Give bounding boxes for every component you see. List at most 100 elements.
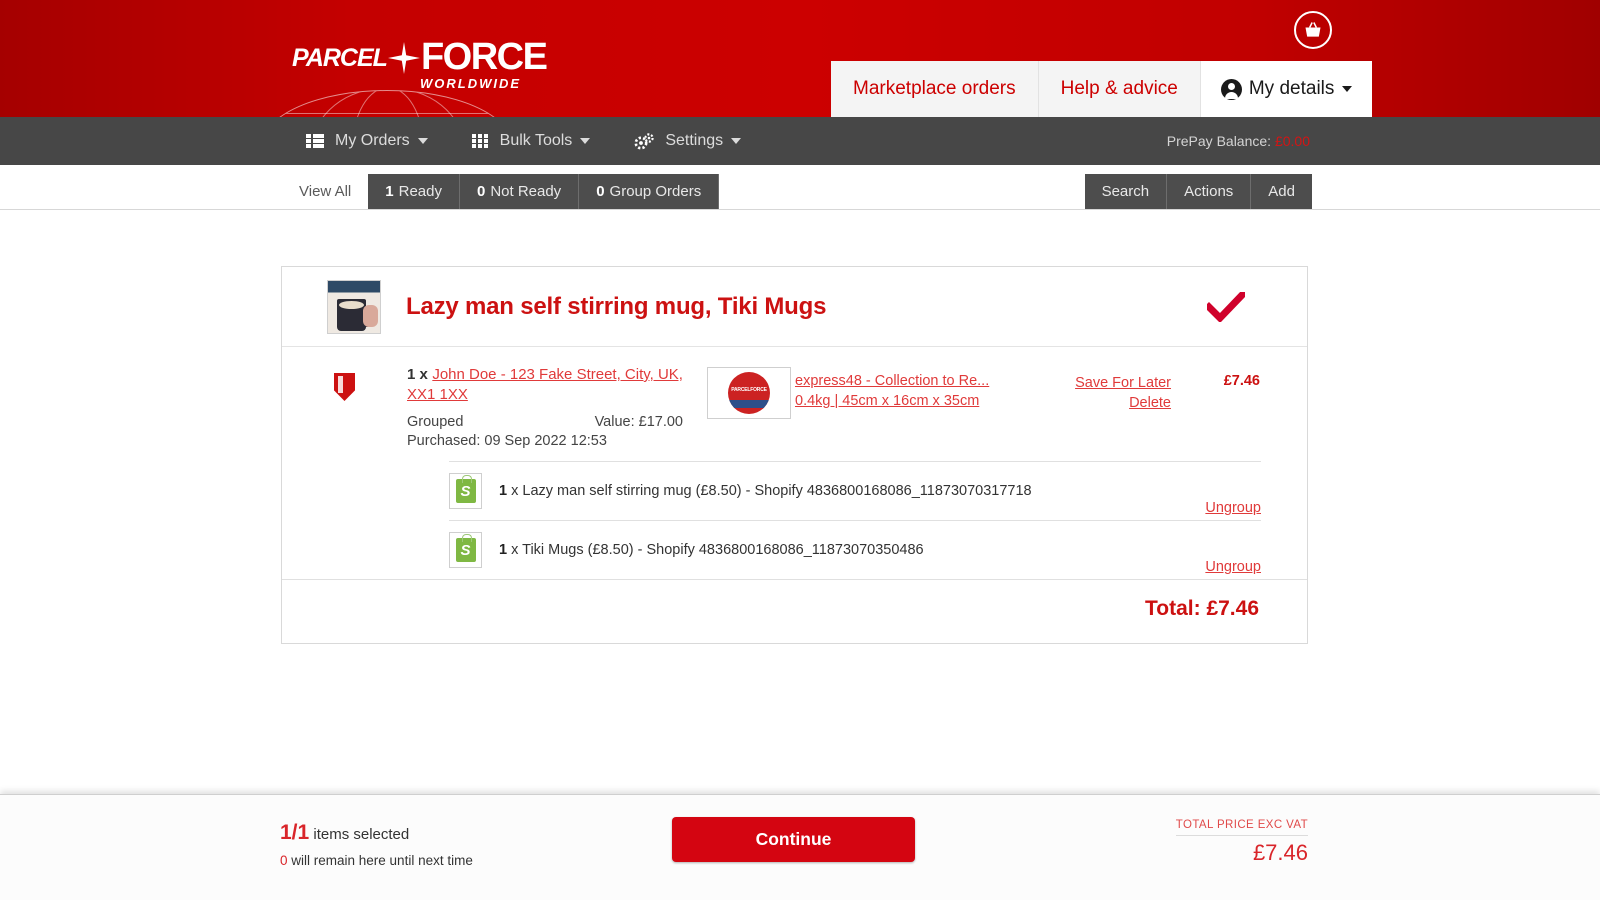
prepay-balance: PrePay Balance: £0.00 (1167, 133, 1310, 149)
list-icon (306, 134, 324, 148)
grid-icon (471, 134, 489, 148)
tab-help-advice[interactable]: Help & advice (1038, 61, 1201, 117)
tab-not-ready[interactable]: 0 Not Ready (459, 174, 580, 209)
chevron-down-icon (417, 138, 428, 144)
delete-link[interactable]: Delete (1007, 393, 1171, 413)
order-price: £7.46 (1223, 373, 1260, 389)
sub-item-text: 1 x Lazy man self stirring mug (£8.50) -… (499, 483, 1032, 499)
sub-item-qty: 1 (499, 542, 508, 558)
order-card: Lazy man self stirring mug, Tiki Mugs 1 … (281, 266, 1308, 644)
globe-icon (262, 90, 512, 117)
sub-item-description: x Lazy man self stirring mug (£8.50) - S… (511, 483, 1032, 499)
tab-help-advice-label: Help & advice (1060, 78, 1178, 99)
nav-my-orders-label: My Orders (335, 132, 410, 149)
tab-ready-count: 1 (385, 183, 394, 200)
ungroup-link[interactable]: Ungroup (1205, 559, 1261, 575)
order-address-link[interactable]: John Doe - 123 Fake Street, City, UK, XX… (407, 366, 683, 403)
header-tabs: Marketplace orders Help & advice My deta… (831, 61, 1373, 117)
order-row: 1 x John Doe - 123 Fake Street, City, UK… (282, 347, 1307, 461)
continue-button[interactable]: Continue (672, 817, 915, 862)
main-navigation: My Orders Bulk Tools Settings PrePay Bal… (0, 117, 1600, 165)
shield-icon (334, 373, 355, 401)
tab-not-ready-label: Not Ready (490, 183, 562, 200)
list-item: S 1 x Lazy man self stirring mug (£8.50)… (449, 461, 1261, 520)
product-thumbnail (327, 280, 381, 334)
tab-group-orders-count: 0 (596, 183, 605, 200)
tab-marketplace-orders[interactable]: Marketplace orders (831, 61, 1039, 117)
shopify-icon: S (449, 532, 482, 568)
nav-bulk-tools-label: Bulk Tools (499, 132, 573, 149)
order-card-header: Lazy man self stirring mug, Tiki Mugs (282, 267, 1307, 347)
tab-group-orders-label: Group Orders (609, 183, 702, 200)
ungroup-link[interactable]: Ungroup (1205, 500, 1261, 516)
tab-view-all-label: View All (299, 183, 352, 200)
service-logo-column: PARCELFORCE (707, 365, 795, 449)
tab-my-details-label: My details (1248, 78, 1335, 99)
prepay-balance-label: PrePay Balance: (1166, 133, 1272, 149)
parcelforce-logo[interactable]: PARCEL FORCE WORLDWIDE (262, 28, 548, 117)
footer-bar: 1/1 items selected 0 will remain here un… (0, 794, 1600, 900)
footer-total-value: £7.46 (1252, 840, 1308, 865)
footer-total-label: TOTAL PRICE EXC VAT (1175, 819, 1308, 836)
actions-button[interactable]: Actions (1167, 174, 1252, 209)
parcelforce-logo-icon: PARCELFORCE (728, 372, 770, 414)
tab-group-orders[interactable]: 0 Group Orders (579, 174, 720, 209)
prepay-balance-amount: £0.00 (1274, 133, 1310, 149)
footer-total: TOTAL PRICE EXC VAT £7.46 (1175, 819, 1308, 866)
logo-worldwide-text: WORLDWIDE (420, 76, 522, 91)
chevron-down-icon (731, 138, 742, 144)
nav-settings[interactable]: Settings (634, 132, 742, 150)
order-actions-column: Save For Later Delete (1007, 365, 1177, 449)
logo-wordmark: PARCEL FORCE (292, 36, 548, 79)
site-header: PARCEL FORCE WORLDWIDE Marketplace order… (0, 0, 1600, 117)
remaining-label: will remain here until next time (287, 853, 473, 868)
sub-item-text: 1 x Tiki Mugs (£8.50) - Shopify 48368001… (499, 542, 924, 558)
order-title: Lazy man self stirring mug, Tiki Mugs (406, 293, 827, 320)
tab-my-details[interactable]: My details (1200, 61, 1373, 117)
service-logo-box: PARCELFORCE (707, 367, 791, 419)
main-content: Lazy man self stirring mug, Tiki Mugs 1 … (0, 210, 1600, 794)
user-circle-icon (1220, 78, 1242, 100)
sub-item-description: x Tiki Mugs (£8.50) - Shopify 4836800168… (511, 542, 924, 558)
actions-button-label: Actions (1184, 183, 1234, 200)
search-button[interactable]: Search (1084, 174, 1168, 209)
selection-summary: 1/1 items selected 0 will remain here un… (280, 821, 473, 868)
order-sub-items: S 1 x Lazy man self stirring mug (£8.50)… (449, 461, 1261, 579)
tab-not-ready-count: 0 (476, 183, 486, 200)
shopify-icon: S (449, 473, 482, 509)
sub-item-qty: 1 (499, 483, 508, 499)
order-total: Total: £7.46 (282, 579, 1307, 643)
nav-settings-label: Settings (665, 132, 724, 149)
service-dimensions-link[interactable]: 0.4kg | 45cm x 16cm x 35cm (795, 391, 1007, 411)
chevron-down-icon (1342, 86, 1353, 92)
order-grouped-label: Grouped (407, 414, 464, 430)
selected-label: items selected (309, 826, 410, 843)
logo-star-icon (387, 42, 421, 74)
save-for-later-link[interactable]: Save For Later (1007, 373, 1171, 393)
selected-count: 1/1 (280, 821, 310, 844)
remaining-count: 0 (280, 853, 288, 868)
nav-my-orders[interactable]: My Orders (306, 132, 428, 150)
list-item: S 1 x Tiki Mugs (£8.50) - Shopify 483680… (449, 520, 1261, 579)
basket-icon[interactable] (1294, 11, 1332, 49)
order-value-label: Value: £17.00 (594, 414, 683, 430)
order-quantity: 1 x (407, 366, 428, 383)
check-mark-icon[interactable] (1204, 288, 1248, 323)
tab-ready-label: Ready (398, 183, 442, 200)
logo-force-text: FORCE (420, 36, 548, 78)
tab-ready[interactable]: 1 Ready (368, 174, 460, 209)
search-button-label: Search (1101, 183, 1150, 200)
add-button[interactable]: Add (1251, 174, 1312, 209)
add-button-label: Add (1268, 183, 1295, 200)
order-address-column: 1 x John Doe - 123 Fake Street, City, UK… (407, 365, 707, 449)
chevron-down-icon (580, 138, 591, 144)
service-name-link[interactable]: express48 - Collection to Re... (795, 371, 1007, 391)
toolbar-actions: Search Actions Add (1084, 174, 1312, 209)
logo-parcel-text: PARCEL (292, 44, 388, 72)
order-purchased-label: Purchased: 09 Sep 2022 12:53 (407, 433, 607, 449)
order-meta-line: Grouped Value: £17.00 (407, 414, 683, 430)
nav-bulk-tools[interactable]: Bulk Tools (471, 132, 591, 150)
order-shield-column (282, 365, 407, 449)
remaining-summary: 0 will remain here until next time (280, 853, 473, 868)
tab-view-all[interactable]: View All (282, 174, 368, 209)
